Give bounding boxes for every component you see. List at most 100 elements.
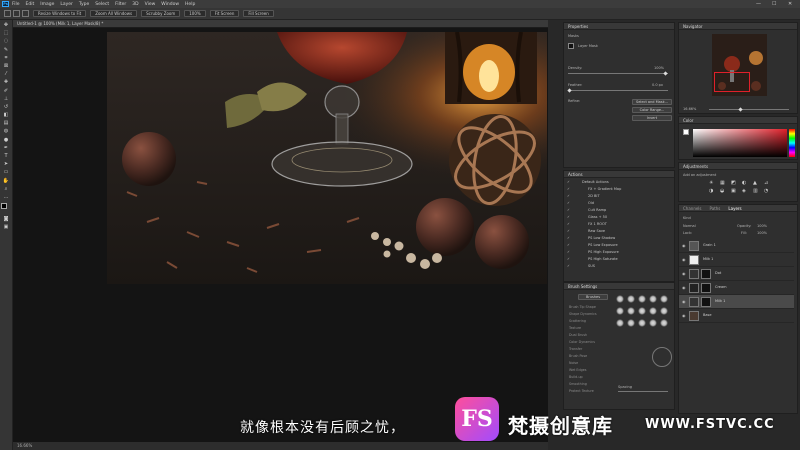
brush-tip-icon[interactable]: [638, 295, 646, 303]
path-select-icon[interactable]: ➤: [3, 161, 10, 167]
spacing-slider[interactable]: [618, 391, 668, 392]
visibility-eye-icon[interactable]: ◉: [682, 243, 686, 248]
density-slider[interactable]: [568, 73, 668, 74]
visibility-eye-icon[interactable]: ◉: [682, 299, 686, 304]
brush-angle-widget[interactable]: [652, 347, 672, 367]
adjustment-icon[interactable]: ▥: [753, 188, 758, 194]
menu-filter[interactable]: Filter: [115, 2, 126, 7]
screen-mode-icon[interactable]: ▣: [3, 224, 10, 230]
scrubby-zoom-checkbox[interactable]: Scrubby Zoom: [141, 10, 181, 17]
action-item[interactable]: ✓ FX 1 ROOT: [564, 221, 672, 228]
action-check-icon[interactable]: ✓: [567, 200, 571, 207]
action-item[interactable]: ✓ PS Low Exposure: [564, 242, 672, 249]
gradient-tool-icon[interactable]: ▤: [3, 120, 10, 126]
opacity-value[interactable]: 100%: [757, 224, 767, 228]
layer-thumbnail[interactable]: [689, 297, 699, 307]
invert-button[interactable]: Invert: [632, 115, 672, 121]
eyedropper-tool-icon[interactable]: ⁄: [3, 71, 10, 77]
adjustment-icon[interactable]: ◐: [742, 180, 746, 186]
menu-image[interactable]: Image: [40, 2, 54, 7]
foreground-color-swatch[interactable]: [1, 202, 7, 209]
brush-setting-item[interactable]: Dual Brush: [569, 333, 587, 337]
layer-name[interactable]: Grain 1: [703, 243, 716, 247]
brush-setting-item[interactable]: Texture: [569, 326, 581, 330]
density-slider-knob[interactable]: [663, 70, 668, 76]
color-picker-field[interactable]: [693, 129, 787, 157]
brush-tip-icon[interactable]: [649, 319, 657, 327]
adjustment-icon[interactable]: ◒: [720, 188, 724, 194]
quick-mask-icon[interactable]: ◙: [3, 216, 10, 222]
blur-tool-icon[interactable]: ◍: [3, 128, 10, 134]
menu-help[interactable]: Help: [185, 2, 195, 7]
tab-layers[interactable]: Layers: [728, 205, 741, 211]
action-item[interactable]: ✓ SUS: [564, 263, 672, 270]
color-tab[interactable]: Color: [679, 117, 797, 124]
brush-tip-grid[interactable]: [616, 295, 672, 335]
action-item[interactable]: ✓ PS High Saturate: [564, 256, 672, 263]
document-tab[interactable]: Untitled-1 @ 100% (Milk 1, Layer Mask/8)…: [13, 20, 548, 28]
move-tool-icon[interactable]: ✥: [3, 22, 10, 28]
brush-tip-icon[interactable]: [649, 307, 657, 315]
adjustment-icon[interactable]: ◈: [742, 188, 746, 194]
navigator-zoom-knob[interactable]: [738, 106, 743, 112]
menu-3d[interactable]: 3D: [132, 2, 138, 7]
action-check-icon[interactable]: ✓: [567, 249, 571, 256]
marquee-tool-icon[interactable]: ⬚: [3, 30, 10, 36]
brush-setting-item[interactable]: Noise: [569, 361, 578, 365]
feather-slider-knob[interactable]: [567, 87, 572, 93]
action-item[interactable]: ✓ PS High Exposure: [564, 249, 672, 256]
history-brush-icon[interactable]: ↺: [3, 104, 10, 110]
hand-tool-icon[interactable]: ✋: [3, 178, 10, 184]
fill-value[interactable]: 100%: [757, 231, 767, 235]
brushes-button[interactable]: Brushes: [578, 294, 608, 300]
action-check-icon[interactable]: ✓: [567, 214, 571, 221]
zoom-100-button[interactable]: 100%: [184, 10, 206, 17]
fill-screen-button[interactable]: Fill Screen: [243, 10, 274, 17]
layer-name[interactable]: Dot: [715, 271, 721, 275]
layer-row[interactable]: ◉ Cream: [679, 281, 794, 295]
hue-slider[interactable]: [789, 129, 795, 157]
action-check-icon[interactable]: ✓: [567, 235, 571, 242]
adjustment-icon[interactable]: ☀: [709, 180, 713, 186]
brush-setting-item[interactable]: Color Dynamics: [569, 340, 595, 344]
feather-value[interactable]: 0.0 px: [652, 83, 663, 87]
actions-tab[interactable]: Actions: [564, 171, 674, 178]
menu-edit[interactable]: Edit: [26, 2, 35, 7]
brush-tip-icon[interactable]: [616, 295, 624, 303]
adjustment-icon[interactable]: ⊿: [764, 180, 768, 186]
action-item[interactable]: ✓ Raw Save: [564, 228, 672, 235]
tab-paths[interactable]: Paths: [710, 205, 721, 211]
select-and-mask-button[interactable]: Select and Mask...: [632, 99, 672, 105]
lasso-tool-icon[interactable]: ◌: [3, 38, 10, 44]
layer-name[interactable]: Cream: [715, 285, 727, 289]
zoom-all-windows-checkbox[interactable]: Zoom All Windows: [90, 10, 138, 17]
brush-setting-item[interactable]: Scattering: [569, 319, 586, 323]
menu-select[interactable]: Select: [95, 2, 109, 7]
layer-row[interactable]: ◉ Dot: [679, 267, 794, 281]
layer-name[interactable]: Milk 1: [703, 257, 713, 261]
layer-thumbnail[interactable]: [689, 311, 699, 321]
layer-mask-thumbnail[interactable]: [701, 269, 711, 279]
brush-tip-icon[interactable]: [660, 295, 668, 303]
brush-setting-item[interactable]: Shape Dynamics: [569, 312, 597, 316]
action-check-icon[interactable]: ✓: [567, 221, 571, 228]
layer-mask-thumbnail[interactable]: [701, 297, 711, 307]
action-check-icon[interactable]: ✓: [567, 256, 571, 263]
feather-slider[interactable]: [568, 90, 668, 91]
fg-swatch[interactable]: [683, 129, 689, 135]
navigator-zoom-slider[interactable]: [709, 109, 789, 110]
brush-tool-icon[interactable]: ✐: [3, 88, 10, 94]
action-item[interactable]: ✓ Default Actions: [564, 179, 672, 186]
adjustment-icon[interactable]: ▣: [731, 188, 736, 194]
layer-row[interactable]: ◉ Base: [679, 309, 794, 323]
brush-setting-item[interactable]: Wet Edges: [569, 368, 586, 372]
action-check-icon[interactable]: ✓: [567, 186, 571, 193]
dodge-tool-icon[interactable]: ●: [3, 137, 10, 143]
action-check-icon[interactable]: ✓: [567, 179, 571, 186]
layer-name[interactable]: Milk 1: [715, 299, 725, 303]
color-range-button[interactable]: Color Range...: [632, 107, 672, 113]
brush-tip-icon[interactable]: [660, 319, 668, 327]
document-canvas-image[interactable]: [107, 32, 547, 284]
layer-filter-kind[interactable]: Kind: [683, 216, 691, 220]
layer-row[interactable]: ◉ Grain 1: [679, 239, 794, 253]
